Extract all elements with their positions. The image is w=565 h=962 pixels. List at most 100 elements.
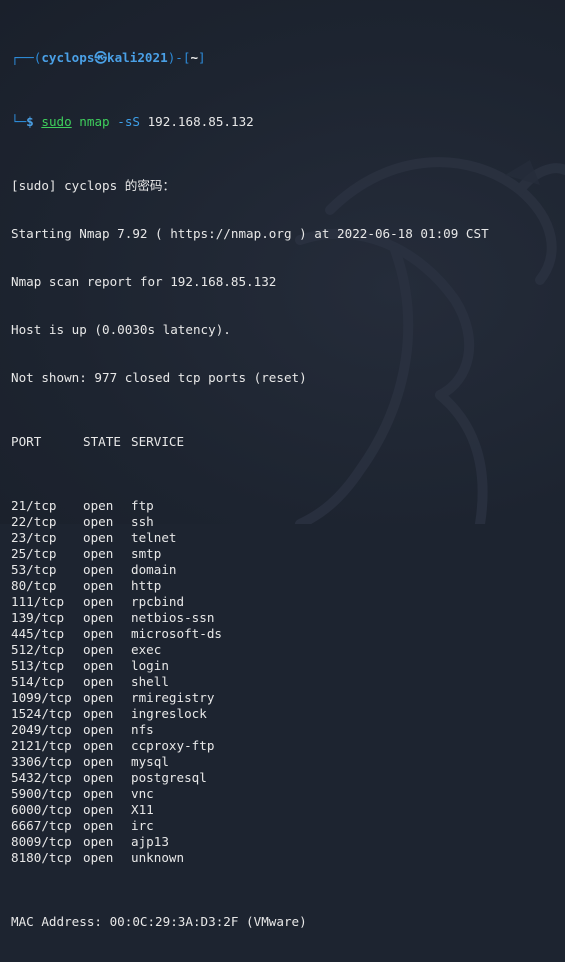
port-cell: 80/tcp — [11, 578, 57, 593]
table-row: 2121/tcp open ccproxy-ftp — [11, 738, 565, 754]
prompt-line-1: ┌──(cyclops㉿kali2021)-[~] — [11, 50, 206, 65]
table-row: 53/tcp open domain — [11, 562, 565, 578]
service-cell: irc — [131, 818, 154, 833]
service-cell: shell — [131, 674, 169, 689]
table-row: 8009/tcp open ajp13 — [11, 834, 565, 850]
port-cell: 53/tcp — [11, 562, 57, 577]
service-cell: X11 — [131, 802, 154, 817]
sudo-password-prompt: [sudo] cyclops 的密码： — [11, 178, 176, 193]
port-cell: 3306/tcp — [11, 754, 72, 769]
prompt-dollar: $ — [26, 114, 34, 129]
service-cell: ftp — [131, 498, 154, 513]
table-row: 5432/tcp open postgresql — [11, 770, 565, 786]
state-cell: open — [83, 514, 114, 529]
state-cell: open — [83, 578, 114, 593]
service-cell: exec — [131, 642, 162, 657]
state-cell: open — [83, 754, 114, 769]
port-table: 21/tcp open ftp 22/tcp open ssh 23/tcp open teln… — [11, 498, 565, 866]
port-cell: 5432/tcp — [11, 770, 72, 785]
table-row: 512/tcp open exec — [11, 642, 565, 658]
table-row: 21/tcp open ftp — [11, 498, 565, 514]
prompt-host: kali2021 — [107, 50, 168, 65]
state-cell: open — [83, 546, 114, 561]
table-row: 6667/tcp open irc — [11, 818, 565, 834]
service-cell: ajp13 — [131, 834, 169, 849]
state-cell: open — [83, 498, 114, 513]
state-cell: open — [83, 706, 114, 721]
state-cell: open — [83, 834, 114, 849]
state-cell: open — [83, 802, 114, 817]
port-cell: 513/tcp — [11, 658, 65, 673]
prompt-at-icon: ㉿ — [94, 50, 108, 65]
state-cell: open — [83, 626, 114, 641]
port-cell: 514/tcp — [11, 674, 65, 689]
port-cell: 6667/tcp — [11, 818, 72, 833]
port-cell: 23/tcp — [11, 530, 57, 545]
table-row: 513/tcp open login — [11, 658, 565, 674]
nmap-starting-line: Starting Nmap 7.92 ( https://nmap.org ) … — [11, 226, 489, 241]
port-cell: 1524/tcp — [11, 706, 72, 721]
state-cell: open — [83, 642, 114, 657]
service-cell: ssh — [131, 514, 154, 529]
port-cell: 22/tcp — [11, 514, 57, 529]
port-cell: 139/tcp — [11, 610, 65, 625]
state-cell: open — [83, 722, 114, 737]
port-cell: 2049/tcp — [11, 722, 72, 737]
not-shown-line: Not shown: 977 closed tcp ports (reset) — [11, 370, 307, 385]
port-cell: 8180/tcp — [11, 850, 72, 865]
table-row: 5900/tcp open vnc — [11, 786, 565, 802]
table-row: 139/tcp open netbios-ssn — [11, 610, 565, 626]
prompt-line-2: └─$ sudo nmap -sS 192.168.85.132 — [11, 114, 254, 129]
table-row: 3306/tcp open mysql — [11, 754, 565, 770]
header-service: SERVICE — [131, 434, 185, 449]
table-row: 6000/tcp open X11 — [11, 802, 565, 818]
terminal-window[interactable]: ┌──(cyclops㉿kali2021)-[~] └─$ sudo nmap … — [0, 0, 565, 929]
state-cell: open — [83, 594, 114, 609]
service-cell: http — [131, 578, 162, 593]
service-cell: nfs — [131, 722, 154, 737]
port-cell: 512/tcp — [11, 642, 65, 657]
command-flag: -sS — [117, 114, 140, 129]
prompt-user: cyclops — [41, 50, 95, 65]
state-cell: open — [83, 786, 114, 801]
state-cell: open — [83, 658, 114, 673]
state-cell: open — [83, 770, 114, 785]
terminal-content: ┌──(cyclops㉿kali2021)-[~] └─$ sudo nmap … — [11, 2, 565, 962]
table-row: 22/tcp open ssh — [11, 514, 565, 530]
state-cell: open — [83, 818, 114, 833]
service-cell: unknown — [131, 850, 185, 865]
service-cell: mysql — [131, 754, 169, 769]
table-row: 1524/tcp open ingreslock — [11, 706, 565, 722]
state-cell: open — [83, 674, 114, 689]
table-row: 445/tcp open microsoft-ds — [11, 626, 565, 642]
scan-report-line: Nmap scan report for 192.168.85.132 — [11, 274, 277, 289]
table-row: 8180/tcp open unknown — [11, 850, 565, 866]
table-row: 1099/tcp open rmiregistry — [11, 690, 565, 706]
table-row: 80/tcp open http — [11, 578, 565, 594]
host-up-line: Host is up (0.0030s latency). — [11, 322, 231, 337]
service-cell: postgresql — [131, 770, 207, 785]
command-target: 192.168.85.132 — [147, 114, 254, 129]
port-cell: 6000/tcp — [11, 802, 72, 817]
port-table-header: PORT STATE SERVICE — [11, 434, 565, 450]
state-cell: open — [83, 738, 114, 753]
service-cell: ccproxy-ftp — [131, 738, 215, 753]
port-cell: 111/tcp — [11, 594, 65, 609]
port-cell: 2121/tcp — [11, 738, 72, 753]
service-cell: ingreslock — [131, 706, 207, 721]
table-row: 111/tcp open rpcbind — [11, 594, 565, 610]
state-cell: open — [83, 530, 114, 545]
table-row: 23/tcp open telnet — [11, 530, 565, 546]
service-cell: netbios-ssn — [131, 610, 215, 625]
port-cell: 445/tcp — [11, 626, 65, 641]
table-row: 2049/tcp open nfs — [11, 722, 565, 738]
service-cell: rmiregistry — [131, 690, 215, 705]
service-cell: domain — [131, 562, 177, 577]
state-cell: open — [83, 690, 114, 705]
state-cell: open — [83, 610, 114, 625]
header-port: PORT — [11, 434, 42, 449]
port-cell: 25/tcp — [11, 546, 57, 561]
command-sudo: sudo — [41, 114, 72, 129]
port-cell: 8009/tcp — [11, 834, 72, 849]
service-cell: rpcbind — [131, 594, 185, 609]
